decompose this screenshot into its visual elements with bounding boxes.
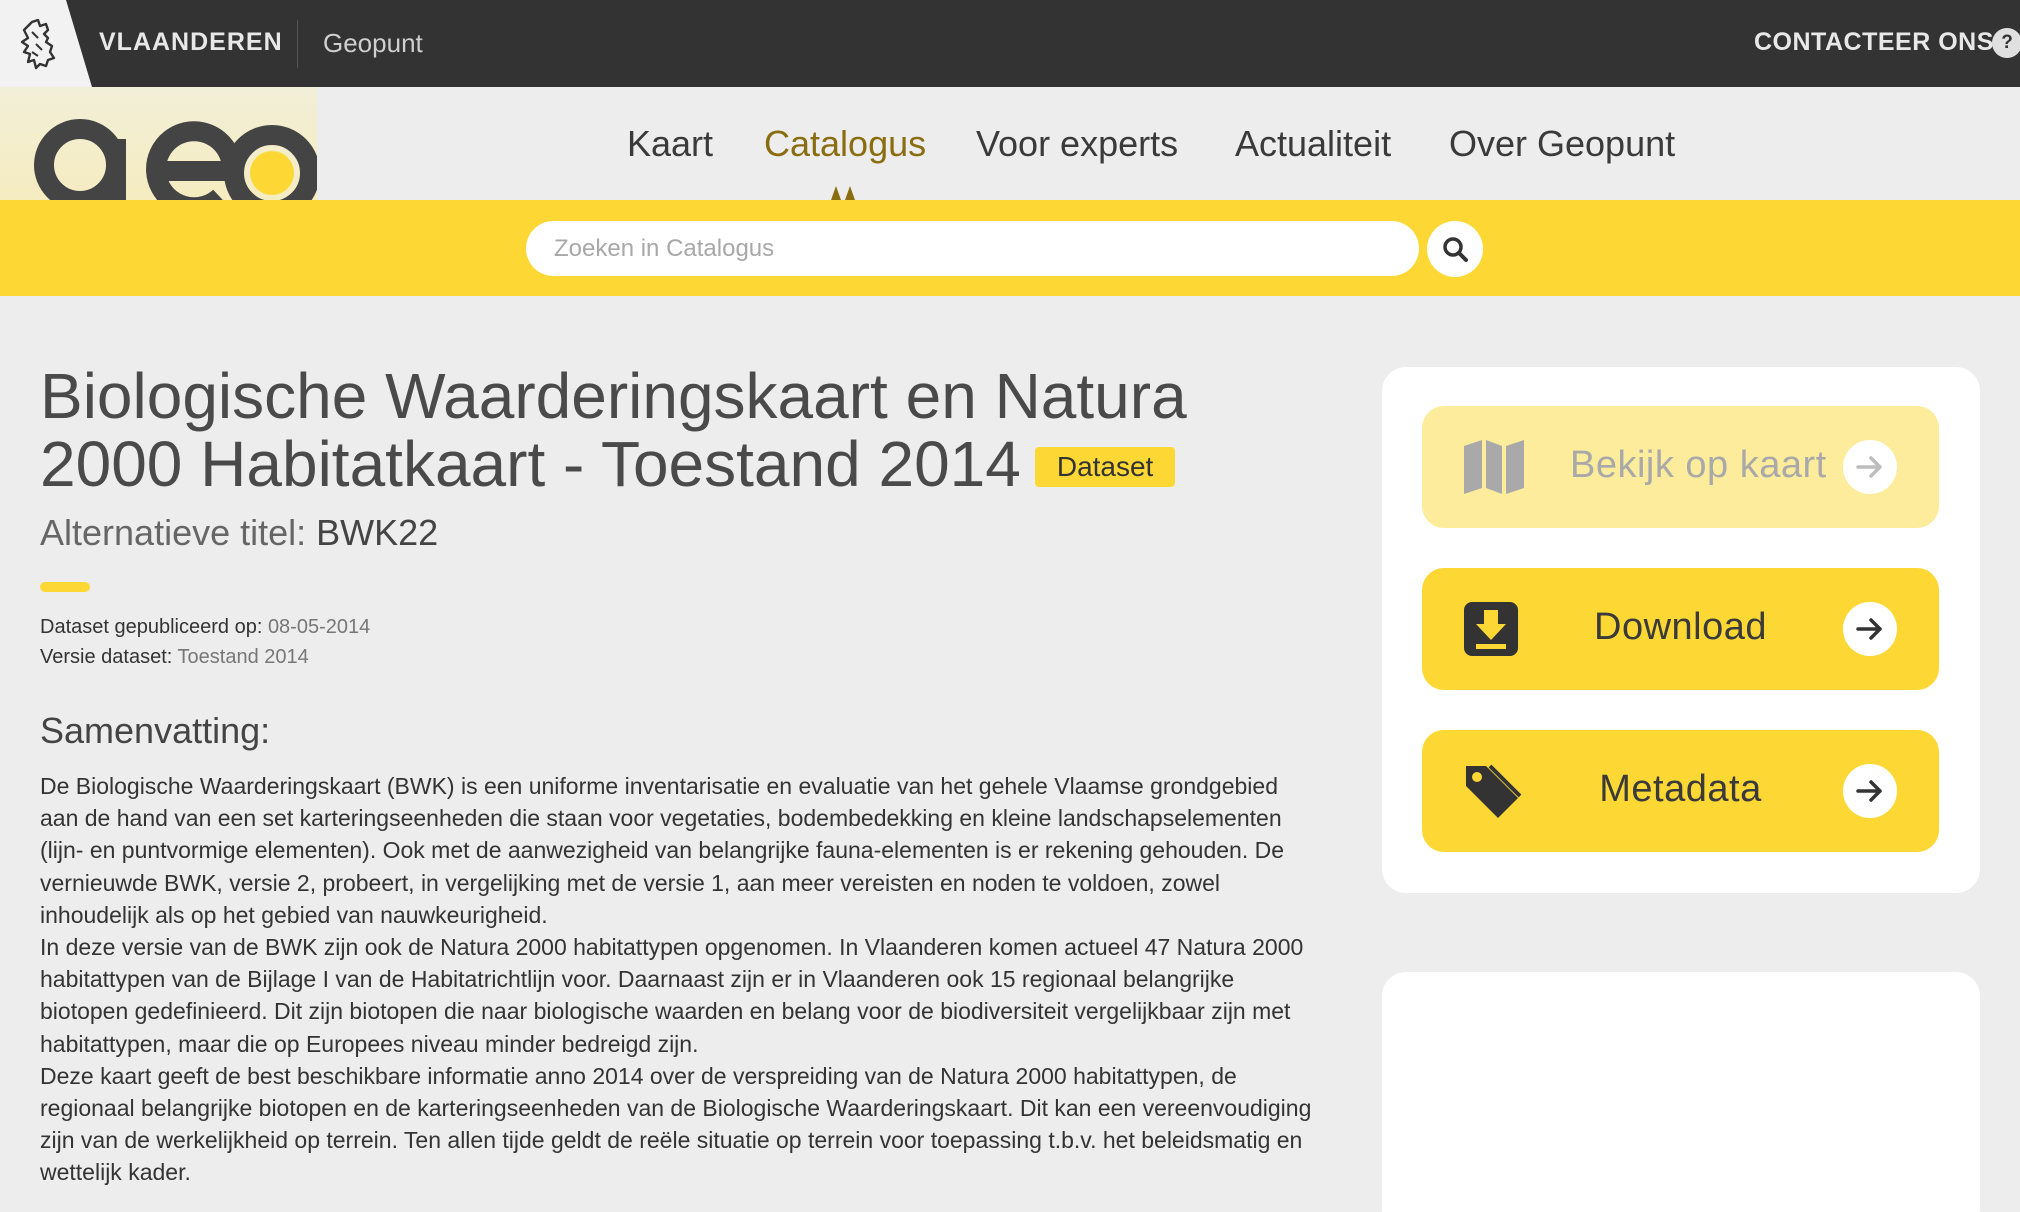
view-on-map-arrow [1843,440,1897,494]
geopunt-logo[interactable] [0,87,317,200]
nav-kaart[interactable]: Kaart [627,123,713,165]
summary-paragraph: In deze versie van de BWK zijn ook de Na… [40,934,1304,1057]
summary-paragraph: Deze kaart geeft de best beschikbare inf… [40,1062,1312,1186]
alt-title-label: Alternatieve titel: [40,512,307,553]
published-label: Dataset gepubliceerd op: [40,616,263,638]
search-button[interactable] [1427,221,1483,277]
arrow-right-icon [1856,618,1882,640]
download-button[interactable]: Download [1422,568,1939,690]
topbar-divider [297,20,298,68]
published-value: 08-05-2014 [267,616,371,638]
summary-heading: Samenvatting: [40,710,271,751]
top-bar [0,0,2020,87]
download-arrow [1843,602,1897,656]
geopunt-link[interactable]: Geopunt [323,28,423,59]
summary-paragraph: De Biologische Waarderingskaart (BWK) is… [40,773,1285,928]
nav-catalogus[interactable]: Catalogus [764,123,926,165]
dataset-type-badge: Dataset [1034,447,1176,487]
version-value: Toestand 2014 [177,646,309,668]
geo-logo-mark [34,119,317,200]
version-label: Versie dataset: [40,646,173,668]
metadata-button[interactable]: Metadata [1422,730,1939,852]
dataset-version: Versie dataset: Toestand 2014 [40,646,309,669]
contact-link[interactable]: CONTACTEER ONS [1754,28,1994,57]
alt-title-value: BWK22 [316,512,439,553]
published-date: Dataset gepubliceerd op: 08-05-2014 [40,616,370,639]
vlaanderen-link[interactable]: VLAANDEREN [99,28,283,57]
catalog-search-input[interactable] [526,221,1419,276]
arrow-right-icon [1856,456,1882,478]
secondary-panel [1382,972,1980,1212]
summary-text: De Biologische Waarderingskaart (BWK) is… [40,770,1315,1189]
search-icon [1443,237,1468,262]
help-button[interactable]: ? [1992,28,2020,58]
metadata-arrow [1843,764,1897,818]
view-on-map-button[interactable]: Bekijk op kaart [1422,406,1939,528]
nav-over-geopunt[interactable]: Over Geopunt [1449,123,1675,165]
alternative-title: Alternatieve titel: BWK22 [40,512,438,554]
nav-actualiteit[interactable]: Actualiteit [1235,123,1391,165]
accent-divider [40,582,90,592]
active-nav-indicator [831,186,855,200]
nav-voor-experts[interactable]: Voor experts [976,123,1178,165]
dataset-title: Biologische Waarderingskaart en Natura 2… [40,362,1330,498]
lion-icon [20,18,56,70]
arrow-right-icon [1856,780,1882,802]
dataset-title-text: Biologische Waarderingskaart en Natura 2… [40,360,1187,500]
